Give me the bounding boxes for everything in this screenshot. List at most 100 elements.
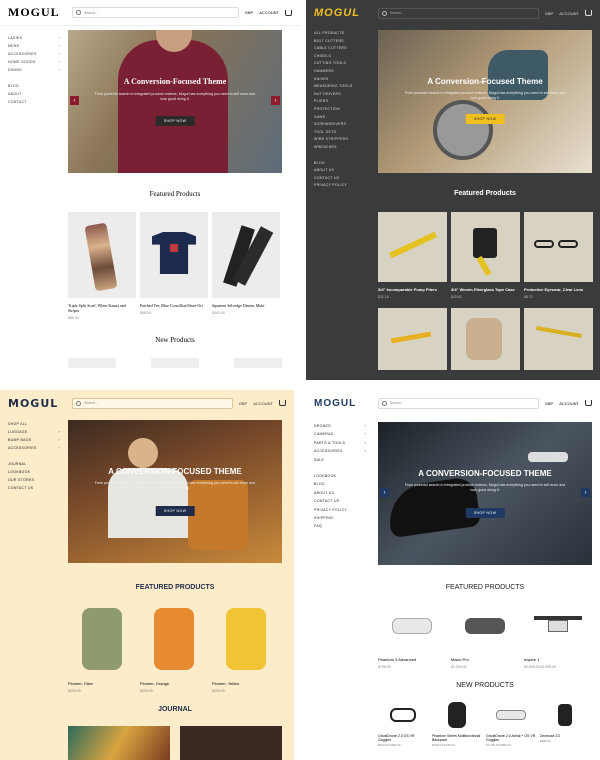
header: MOGUL Search... GBP ACCOUNT <box>306 0 600 26</box>
nav-item[interactable]: LOOKBOOK <box>314 472 366 480</box>
logo[interactable]: MOGUL <box>314 398 372 409</box>
nav-item[interactable]: CONTACT US <box>314 497 366 505</box>
nav-item[interactable]: SHIPPING <box>314 514 366 522</box>
sidebar-nav: ALL PRODUCTS BOLT CUTTERS CABLE CUTTERS … <box>314 30 366 190</box>
nav-item[interactable]: PARTS & TOOLS › <box>314 439 366 447</box>
product-card[interactable]: Triple Split Scarf, White Kasuri and Str… <box>68 212 136 320</box>
product-card[interactable]: 3/4" Woven-Fiberglass Tape Case $43.62 <box>451 212 520 299</box>
currency-select[interactable]: GBP <box>239 401 247 406</box>
nav-item[interactable]: SHOP ALL <box>8 420 60 428</box>
search-input[interactable]: Search... <box>72 397 233 409</box>
currency-select[interactable]: GBP <box>545 11 553 16</box>
nav-item[interactable]: CAMERAS › <box>314 430 366 438</box>
hero-title: A CONVERSION-FOCUSED THEME <box>418 469 552 478</box>
nav-item[interactable]: TOOL SETS <box>314 129 366 137</box>
product-card[interactable]: 3/4" Incomparable Pump Pliers $31.16 <box>378 212 447 299</box>
nav-item[interactable]: FAQ <box>314 522 366 530</box>
sidebar-nav: LADIES › MENS › ACCESSORIES › HOME GOODS › D… <box>8 34 60 106</box>
prev-arrow-icon[interactable]: ‹ <box>70 96 79 105</box>
nav-item[interactable]: WIRE STRIPPERS <box>314 136 366 144</box>
nav-item[interactable]: BUMP BAGS › <box>8 436 60 444</box>
account-link[interactable]: ACCOUNT <box>253 401 273 406</box>
logo[interactable]: MOGUL <box>8 397 66 410</box>
nav-item[interactable]: ACCESSORIES › <box>314 447 366 455</box>
product-card[interactable]: GhostDrone 2.0 Aerial + OS VR Goggles $1… <box>486 698 536 747</box>
nav-item[interactable]: PROTECTION <box>314 106 366 114</box>
nav-item[interactable]: CONTACT US <box>8 484 60 492</box>
nav-item[interactable]: HAMMERS <box>314 68 366 76</box>
hero-title: A CONVERSION-FOCUSED THEME <box>108 467 242 476</box>
product-card[interactable]: Zenmuse Z3 $899.00 <box>540 698 590 743</box>
search-input[interactable]: Search... <box>378 7 539 19</box>
nav-item[interactable]: ACCESSORIES › <box>8 444 60 452</box>
nav-item[interactable]: CONTACT <box>8 98 60 106</box>
nav-item[interactable]: SCREWDRIVERS <box>314 121 366 129</box>
product-card[interactable]: Japanese Selvedge Denim, Mubi $340.00 <box>212 212 280 315</box>
account-link[interactable]: ACCOUNT <box>259 10 279 15</box>
nav-item[interactable]: SAWS <box>314 114 366 122</box>
nav-item[interactable]: CABLE CUTTERS <box>314 45 366 53</box>
nav-item[interactable]: WRENCHES <box>314 144 366 152</box>
store-panel-apparel: MOGUL Search... GBP ACCOUNT LADIES › MENS… <box>0 0 300 380</box>
nav-item[interactable]: DINING › <box>8 66 60 74</box>
nav-item[interactable]: MENS › <box>8 42 60 50</box>
cart-icon[interactable] <box>585 10 592 16</box>
shop-now-button[interactable]: SHOP NOW <box>155 506 195 516</box>
shop-now-button[interactable]: SHOP NOW <box>465 114 505 124</box>
product-card[interactable]: Pioneer, Yellow $295.00 <box>212 604 280 693</box>
nav-item[interactable]: KNIVES <box>314 76 366 84</box>
currency-select[interactable]: GBP <box>545 401 553 406</box>
nav-item[interactable]: ALL PRODUCTS <box>314 30 366 38</box>
nav-item[interactable]: MEASURING TOOLS <box>314 83 366 91</box>
cart-icon[interactable] <box>585 400 592 406</box>
nav-item[interactable]: NUT DRIVERS <box>314 91 366 99</box>
product-card[interactable]: Patched Tee, Blue Cross/Ikat/Shuri-Ori $… <box>140 212 208 315</box>
nav-item[interactable]: LADIES › <box>8 34 60 42</box>
nav-item[interactable]: OUR STORES <box>8 476 60 484</box>
search-input[interactable]: Search... <box>72 7 239 18</box>
nav-item[interactable]: HOME GOODS › <box>8 58 60 66</box>
logo[interactable]: MOGUL <box>314 7 372 19</box>
nav-item[interactable]: LUGGAGE › <box>8 428 60 436</box>
prev-arrow-icon[interactable]: ‹ <box>380 488 389 497</box>
nav-item[interactable]: ACCESSORIES › <box>8 50 60 58</box>
nav-item[interactable]: ABOUT US <box>314 489 366 497</box>
product-card[interactable]: Inspire 1 $2,899.00 $1,999.00 <box>524 604 592 669</box>
product-card[interactable]: Protective Eyewear, Clear Lens $8.72 <box>524 212 593 299</box>
shop-now-button[interactable]: SHOP NOW <box>465 508 505 518</box>
nav-item[interactable]: DRONES › <box>314 422 366 430</box>
nav-item[interactable]: CUTTING TOOLS <box>314 60 366 68</box>
nav-item[interactable]: LOOKBOOK <box>8 468 60 476</box>
nav-item[interactable]: BLOG <box>8 82 60 90</box>
product-card[interactable]: Phantom 3 Advanced $799.00 <box>378 604 446 669</box>
search-input[interactable]: Search <box>378 397 539 409</box>
product-card[interactable]: Pioneer, Olive $295.00 <box>68 604 136 693</box>
currency-select[interactable]: GBP <box>245 10 253 15</box>
nav-item[interactable]: SALE <box>314 456 366 464</box>
next-arrow-icon[interactable]: › <box>271 96 280 105</box>
nav-item[interactable]: PRIVACY POLICY <box>314 506 366 514</box>
product-card[interactable]: Pioneer, Orange $295.00 <box>140 604 208 693</box>
logo[interactable]: MOGUL <box>8 5 66 20</box>
product-card[interactable]: GhostDrone 2.0 OS VR Goggles $500.00 $39… <box>378 698 428 747</box>
account-link[interactable]: ACCOUNT <box>559 401 579 406</box>
shop-now-button[interactable]: SHOP NOW <box>155 116 195 126</box>
nav-item[interactable]: BOLT CUTTERS <box>314 38 366 46</box>
nav-item[interactable]: BLOG <box>314 160 366 168</box>
nav-item[interactable]: ABOUT <box>8 90 60 98</box>
nav-item[interactable]: JOURNAL <box>8 460 60 468</box>
product-card[interactable]: Mavic Pro $1,299.00 <box>451 604 519 669</box>
nav-item[interactable]: CHISELS <box>314 53 366 61</box>
nav-item[interactable]: ABOUT US <box>314 167 366 175</box>
product-card[interactable]: Phantom Series Multifunctional Backpack … <box>432 698 482 747</box>
store-panel-tools: MOGUL Search... GBP ACCOUNT ALL PRODUCTS… <box>306 0 600 380</box>
hero-title: A Conversion-Focused Theme <box>427 77 543 86</box>
nav-item[interactable]: CONTACT US <box>314 175 366 183</box>
cart-icon[interactable] <box>285 9 292 16</box>
cart-icon[interactable] <box>279 400 286 406</box>
next-arrow-icon[interactable]: › <box>581 488 590 497</box>
account-link[interactable]: ACCOUNT <box>559 11 579 16</box>
nav-item[interactable]: PRIVACY POLICY <box>314 182 366 190</box>
nav-item[interactable]: PLIERS <box>314 98 366 106</box>
nav-item[interactable]: BLOG <box>314 480 366 488</box>
